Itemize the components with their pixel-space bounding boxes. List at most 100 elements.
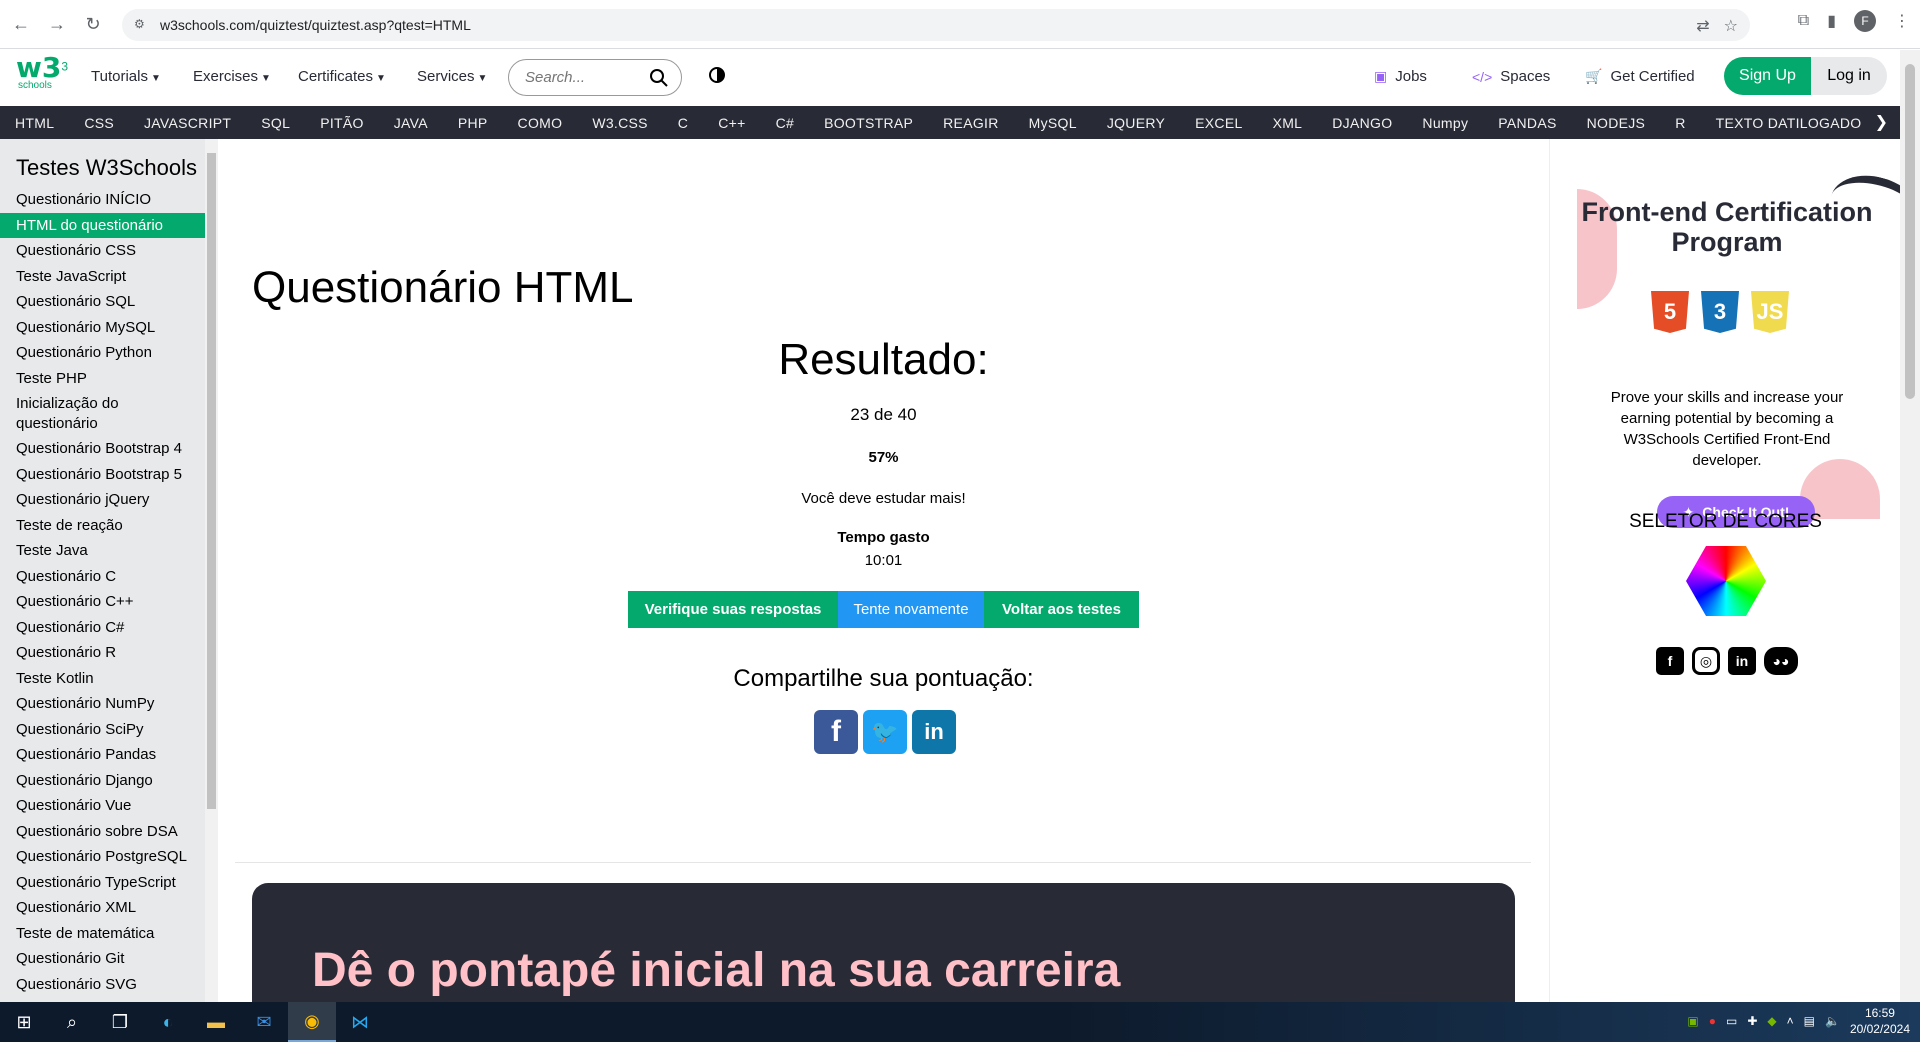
sign-up-button[interactable]: Sign Up bbox=[1724, 57, 1811, 95]
subject-link[interactable]: PITÃO bbox=[305, 115, 379, 131]
subject-link[interactable]: C bbox=[663, 115, 703, 131]
taskbar-clock[interactable]: 16:59 20/02/2024 bbox=[1850, 1005, 1910, 1037]
sidebar-item[interactable]: Questionário sobre DSA bbox=[0, 819, 218, 845]
profile-avatar[interactable]: F bbox=[1854, 10, 1876, 32]
sidebar-item[interactable]: Questionário jQuery bbox=[0, 487, 218, 513]
sidebar-item[interactable]: Questionário MySQL bbox=[0, 315, 218, 341]
sidebar-item[interactable]: Questionário Vue bbox=[0, 793, 218, 819]
subject-link[interactable]: BOOTSTRAP bbox=[809, 115, 928, 131]
sidebar-item[interactable]: Questionário NumPy bbox=[0, 691, 218, 717]
sidebar-item[interactable]: Questionário SVG bbox=[0, 972, 218, 998]
sidebar-item[interactable]: Questionário TypeScript bbox=[0, 870, 218, 896]
sidebar-item[interactable]: Questionário INÍCIO bbox=[0, 187, 218, 213]
spaces-link[interactable]: </> Spaces bbox=[1472, 68, 1550, 85]
w3schools-logo[interactable]: w33 schools bbox=[16, 54, 68, 98]
color-picker-hexagon-icon[interactable] bbox=[1686, 546, 1766, 616]
forward-icon[interactable]: → bbox=[42, 9, 72, 39]
network-icon[interactable]: ▤ bbox=[1804, 1014, 1815, 1028]
tray-app-icon[interactable]: ▣ bbox=[1687, 1014, 1698, 1028]
sidebar-item[interactable]: HTML do questionário bbox=[0, 212, 218, 238]
get-certified-link[interactable]: 🛒 Get Certified bbox=[1585, 68, 1695, 85]
subject-link[interactable]: JAVASCRIPT bbox=[129, 115, 246, 131]
subject-link[interactable]: EXCEL bbox=[1180, 115, 1257, 131]
dark-mode-toggle-icon[interactable] bbox=[709, 67, 725, 83]
sidebar-item[interactable]: Questionário Bootstrap 5 bbox=[0, 462, 218, 488]
subject-link[interactable]: R bbox=[1660, 115, 1700, 131]
search-icon[interactable]: ⌕ bbox=[48, 1002, 96, 1042]
subject-link[interactable]: JAVA bbox=[379, 115, 443, 131]
task-view-icon[interactable]: ❐ bbox=[96, 1002, 144, 1042]
side-panel-icon[interactable]: ▮ bbox=[1827, 11, 1836, 31]
subject-link[interactable]: NODEJS bbox=[1572, 115, 1661, 131]
search-input[interactable] bbox=[525, 69, 645, 86]
chevron-right-icon[interactable]: ❯ bbox=[1875, 112, 1888, 132]
sidebar-item[interactable]: Teste de reação bbox=[0, 513, 218, 539]
reload-icon[interactable]: ↻ bbox=[78, 9, 108, 39]
subject-link[interactable]: TEXTO DATILOGADO bbox=[1701, 115, 1877, 131]
try-again-button[interactable]: Tente novamente bbox=[838, 591, 984, 628]
search-box[interactable] bbox=[508, 59, 682, 96]
sidebar-item[interactable]: Questionário C# bbox=[0, 615, 218, 641]
subject-link[interactable]: W3.CSS bbox=[577, 115, 662, 131]
back-icon[interactable]: ← bbox=[6, 9, 36, 39]
sidebar-item[interactable]: Questionário Python bbox=[0, 340, 218, 366]
nvidia-icon[interactable]: ◆ bbox=[1767, 1014, 1776, 1028]
back-to-quizzes-button[interactable]: Voltar aos testes bbox=[984, 591, 1139, 628]
address-bar[interactable]: ⚙ w3schools.com/quiztest/quiztest.asp?qt… bbox=[122, 9, 1750, 41]
facebook-icon[interactable]: f bbox=[1656, 647, 1684, 675]
subject-link[interactable]: XML bbox=[1258, 115, 1318, 131]
page-scrollbar[interactable] bbox=[1900, 50, 1920, 1002]
certificates-menu[interactable]: Certificates ▼ bbox=[298, 68, 386, 85]
edge-browser-icon[interactable]: ◐ bbox=[144, 1002, 192, 1042]
tray-app-icon[interactable]: ✚ bbox=[1747, 1014, 1757, 1028]
sidebar-item[interactable]: Questionário XML bbox=[0, 895, 218, 921]
facebook-share-icon[interactable]: f bbox=[814, 710, 858, 754]
sidebar-item[interactable]: Teste JavaScript bbox=[0, 264, 218, 290]
sidebar-item[interactable]: Teste Java bbox=[0, 538, 218, 564]
sidebar-item[interactable]: Inicialização do questionário bbox=[0, 391, 218, 436]
subject-link[interactable]: SQL bbox=[246, 115, 305, 131]
subject-link[interactable]: DJANGO bbox=[1317, 115, 1407, 131]
subject-link[interactable]: CSS bbox=[69, 115, 129, 131]
vscode-icon[interactable]: ⋈ bbox=[336, 1002, 384, 1042]
menu-dots-icon[interactable]: ⋮ bbox=[1894, 11, 1910, 31]
tutorials-menu[interactable]: Tutorials ▼ bbox=[91, 68, 161, 85]
sidebar-item[interactable]: Questionário Bootstrap 4 bbox=[0, 436, 218, 462]
subject-link[interactable]: MySQL bbox=[1014, 115, 1092, 131]
mail-icon[interactable]: ✉ bbox=[240, 1002, 288, 1042]
search-icon[interactable] bbox=[649, 68, 669, 88]
subject-link[interactable]: PHP bbox=[443, 115, 503, 131]
tray-app-icon[interactable]: ▭ bbox=[1726, 1014, 1737, 1028]
subject-link[interactable]: Numpy bbox=[1407, 115, 1483, 131]
scrollbar-thumb[interactable] bbox=[207, 153, 216, 809]
volume-icon[interactable]: 🔈 bbox=[1825, 1014, 1840, 1028]
subject-link[interactable]: C++ bbox=[703, 115, 760, 131]
file-explorer-icon[interactable]: ▬ bbox=[192, 1002, 240, 1042]
linkedin-share-icon[interactable]: in bbox=[912, 710, 956, 754]
sidebar-item[interactable]: Questionário CSS bbox=[0, 238, 218, 264]
sidebar-item[interactable]: Teste Kotlin bbox=[0, 666, 218, 692]
url-text[interactable]: w3schools.com/quiztest/quiztest.asp?qtes… bbox=[160, 17, 471, 33]
subject-link[interactable]: COMO bbox=[503, 115, 578, 131]
sidebar-scrollbar[interactable] bbox=[205, 139, 218, 1002]
windows-start-icon[interactable]: ⊞ bbox=[0, 1002, 48, 1042]
sidebar-item[interactable]: Questionário Git bbox=[0, 946, 218, 972]
sidebar-item[interactable]: Questionário C bbox=[0, 564, 218, 590]
log-in-button[interactable]: Log in bbox=[1811, 57, 1887, 95]
translate-icon[interactable]: ⇄ bbox=[1696, 16, 1709, 36]
subject-link[interactable]: HTML bbox=[0, 115, 69, 131]
sidebar-item[interactable]: Questionário C++ bbox=[0, 589, 218, 615]
services-menu[interactable]: Services ▼ bbox=[417, 68, 487, 85]
sidebar-item[interactable]: Questionário SQL bbox=[0, 289, 218, 315]
sidebar-item[interactable]: Questionário R bbox=[0, 640, 218, 666]
check-answers-button[interactable]: Verifique suas respostas bbox=[628, 591, 838, 628]
sidebar-item[interactable]: Teste PHP bbox=[0, 366, 218, 392]
chevron-up-icon[interactable]: ˄ bbox=[1787, 1014, 1794, 1028]
sidebar-item[interactable]: Questionário PostgreSQL bbox=[0, 844, 218, 870]
notification-badge-icon[interactable]: ● bbox=[1709, 1014, 1716, 1028]
instagram-icon[interactable]: ◎ bbox=[1692, 647, 1720, 675]
exercises-menu[interactable]: Exercises ▼ bbox=[193, 68, 271, 85]
subject-link[interactable]: JQUERY bbox=[1092, 115, 1180, 131]
twitter-share-icon[interactable]: 🐦 bbox=[863, 710, 907, 754]
linkedin-icon[interactable]: in bbox=[1728, 647, 1756, 675]
